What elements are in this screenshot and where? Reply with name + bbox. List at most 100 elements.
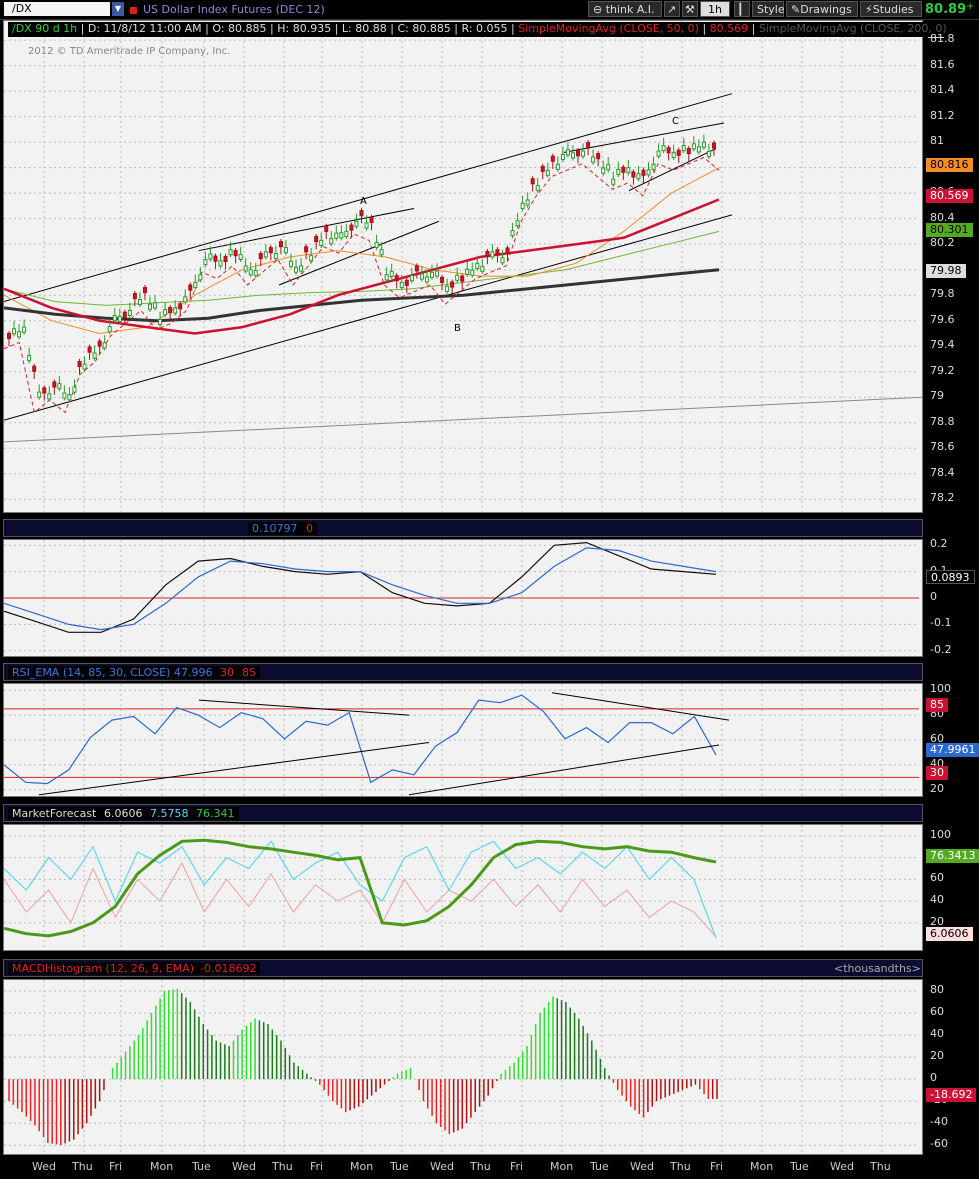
think-ai-button[interactable]: ⊖ think A.I. <box>588 1 662 17</box>
candle-body <box>213 255 218 262</box>
rsi-label: RSI_EMA (14, 85, 30, CLOSE) <box>8 666 175 679</box>
candle-body <box>299 265 304 272</box>
candle-body <box>435 270 440 277</box>
wrench-icon[interactable]: ⚒ <box>682 1 698 17</box>
candle-body <box>82 363 87 370</box>
studies-icon: ⚡ <box>865 3 873 16</box>
mf-green-line <box>4 838 717 938</box>
x-axis-label: Mon <box>750 1160 774 1173</box>
candle-body <box>102 342 107 349</box>
hist-axis-tick-label: 0 <box>930 1071 937 1085</box>
price-panel[interactable]: A B C <box>3 20 923 513</box>
candle-body <box>97 340 102 347</box>
mf-panel[interactable] <box>3 824 923 951</box>
candle-body <box>238 253 243 260</box>
rsi-axis-tick-label: 20 <box>930 781 944 795</box>
style-button[interactable]: Style <box>752 1 785 17</box>
rsi-lower: 30 <box>216 666 238 679</box>
x-axis-label: Tue <box>192 1160 211 1173</box>
macd-panel[interactable] <box>3 539 923 657</box>
candle-body <box>324 225 329 232</box>
candle-body <box>183 296 188 303</box>
x-axis-label: Mon <box>350 1160 374 1173</box>
price-axis-tick-label: 81.8 <box>930 32 955 46</box>
candle-body <box>87 346 92 353</box>
hist-header: MACDHistogram (12, 26, 9, EMA) -0.018692… <box>3 959 923 977</box>
rsi-trend-4 <box>551 692 730 721</box>
hist-axis-tick-label: 80 <box>930 983 944 996</box>
rsi-flag-value: 47.9961 <box>926 743 979 757</box>
candle-body <box>576 150 581 157</box>
drawings-button[interactable]: ✎Drawings <box>786 1 858 17</box>
candle-body <box>117 315 122 323</box>
toolbar: /DX ▼ US Dollar Index Futures (DEC 12) ⊖… <box>0 0 979 20</box>
candle-body <box>178 303 183 310</box>
rsi-panel[interactable] <box>3 683 923 797</box>
candle-body <box>208 253 213 260</box>
studies-button[interactable]: ⚡Studies <box>860 1 922 17</box>
candle-body <box>424 276 429 283</box>
candle-body <box>545 169 550 176</box>
candle-body <box>631 171 636 178</box>
annotation-a: A <box>360 196 367 207</box>
timeframe-button[interactable]: 1h <box>700 1 730 17</box>
candle-body <box>651 163 656 170</box>
price-high: H: 80.935 <box>277 22 332 35</box>
x-axis-label: Mon <box>550 1160 574 1173</box>
annotation-b: B <box>454 323 461 334</box>
candle-body <box>193 281 198 289</box>
candle-body <box>354 220 359 227</box>
link-icon[interactable]: ↗ <box>664 1 680 17</box>
think-ai-label: think A.I. <box>605 3 655 16</box>
candle-body <box>273 253 278 260</box>
hist-label: MACDHistogram (12, 26, 9, EMA) <box>8 962 199 975</box>
hist-chart-svg[interactable] <box>4 980 922 1154</box>
candle-body <box>429 271 434 278</box>
candle-body <box>77 361 82 368</box>
candle-body <box>319 239 324 246</box>
candle-body <box>591 156 596 163</box>
candle-body <box>369 216 374 224</box>
symbol-input[interactable]: /DX <box>4 2 110 16</box>
mf-value-2: 7.5758 <box>146 807 193 820</box>
rsi-value: 47.996 <box>170 666 217 679</box>
candle-body <box>153 302 158 309</box>
candle-body <box>127 309 132 317</box>
hist-panel[interactable] <box>3 979 923 1155</box>
price-chart-svg[interactable]: A B C <box>4 21 922 512</box>
candle-body <box>72 386 77 393</box>
price-axis-tick-label: 80.4 <box>930 210 955 224</box>
candle-body <box>470 269 475 276</box>
rsi-upper: 85 <box>238 666 260 679</box>
candle-style-icon[interactable]: ┃ <box>734 1 750 17</box>
price-range: R: 0.055 <box>461 22 508 35</box>
price-axis-tick-label: 81.4 <box>930 83 955 97</box>
mf-chart-svg[interactable] <box>4 825 922 950</box>
x-axis-label: Thu <box>670 1160 691 1173</box>
candle-body <box>32 365 37 372</box>
candle-body <box>173 307 178 314</box>
candle-body <box>7 332 11 340</box>
up-arrow-icon: + <box>966 1 975 12</box>
candle-body <box>364 222 369 229</box>
candle-body <box>505 247 510 254</box>
x-axis-label: Tue <box>390 1160 409 1173</box>
price-flag: 80.569 <box>926 189 973 204</box>
candle-body <box>696 146 701 153</box>
symbol-dropdown-button[interactable]: ▼ <box>112 2 124 16</box>
candle-body <box>349 224 354 231</box>
candle-body <box>288 260 293 267</box>
x-axis-label: Tue <box>790 1160 809 1173</box>
macd-chart-svg[interactable] <box>4 540 922 656</box>
think-ai-icon: ⊖ <box>593 3 603 16</box>
x-axis-label: Thu <box>72 1160 93 1173</box>
candle-body <box>596 153 601 160</box>
price-header: /DX 90 d 1h | D: 11/8/12 11:00 AM | O: 8… <box>8 22 951 37</box>
candle-body <box>278 241 283 248</box>
x-axis-label: Fri <box>109 1160 123 1173</box>
rsi-chart-svg[interactable] <box>4 684 922 796</box>
candle-body <box>112 315 117 322</box>
candle-body <box>137 298 142 306</box>
macd-header-value: 0.10797 <box>248 522 302 535</box>
price-axis-tick-label: 78.2 <box>930 491 955 505</box>
